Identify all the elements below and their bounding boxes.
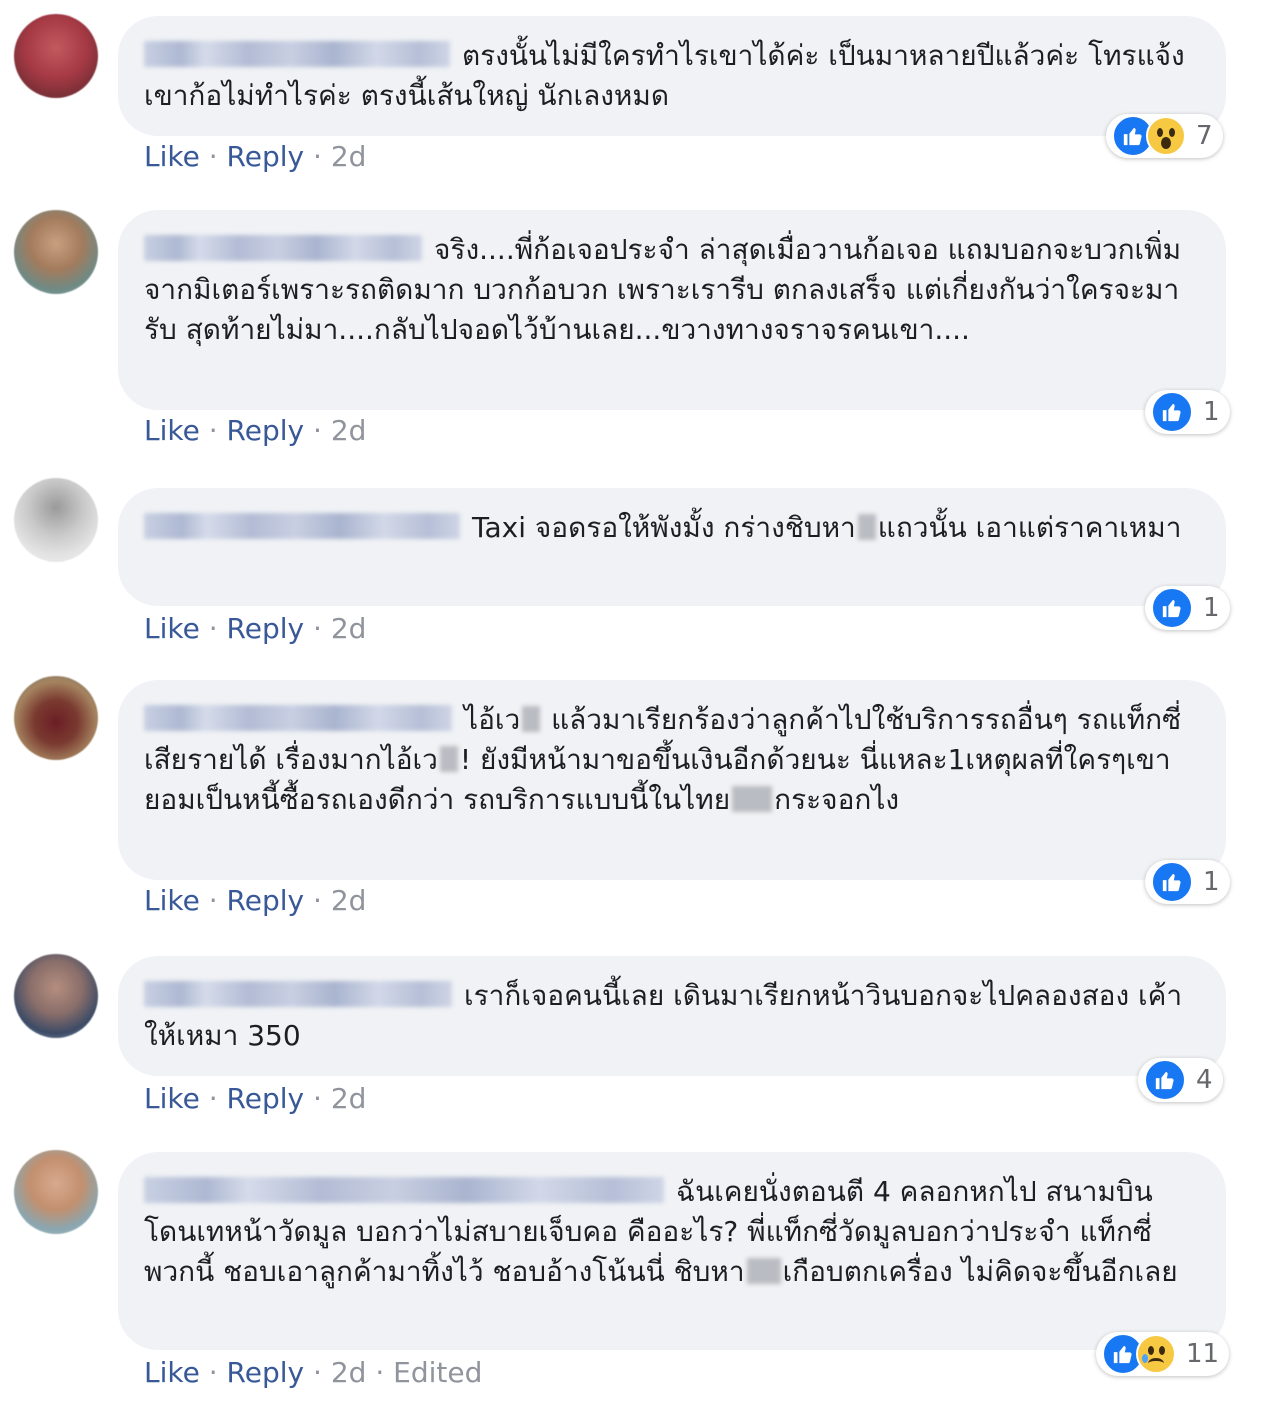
reaction-count: 1 <box>1203 593 1220 623</box>
comment-text-part-d: กระจอกไง <box>774 783 900 816</box>
avatar[interactable] <box>14 478 98 562</box>
timestamp[interactable]: 2d <box>331 140 367 173</box>
reply-link[interactable]: Reply <box>227 612 305 645</box>
separator: · <box>208 140 218 173</box>
timestamp[interactable]: 2d <box>331 884 367 917</box>
reactions-summary[interactable]: 1 <box>1145 860 1230 904</box>
comment-bubble: ตรงนั้นไม่มีใครทำไรเขาได้ค่ะ เป็นมาหลายป… <box>118 16 1226 136</box>
avatar[interactable] <box>14 676 98 760</box>
author-name-redacted[interactable] <box>144 41 450 67</box>
censored-word <box>746 1258 781 1284</box>
reaction-count: 1 <box>1203 867 1220 897</box>
separator: · <box>313 612 322 645</box>
author-name-redacted[interactable] <box>144 235 422 261</box>
separator: · <box>208 1082 218 1115</box>
reply-link[interactable]: Reply <box>227 140 305 173</box>
wow-icon <box>1146 116 1186 156</box>
avatar[interactable] <box>14 1150 98 1234</box>
reaction-count: 7 <box>1196 121 1213 151</box>
like-icon <box>1151 861 1193 903</box>
reaction-count: 11 <box>1186 1339 1220 1369</box>
comment-text-part-a: Taxi จอดรอให้พังมั้ง กร่างชิบหา <box>472 511 856 544</box>
reply-link[interactable]: Reply <box>227 414 305 447</box>
timestamp[interactable]: 2d <box>331 414 367 447</box>
comment-actions: Like · Reply · 2d <box>144 1082 366 1115</box>
reply-link[interactable]: Reply <box>227 1356 305 1389</box>
censored-word <box>522 706 541 732</box>
like-link[interactable]: Like <box>144 1356 200 1389</box>
like-icon <box>1151 391 1193 433</box>
comment-actions: Like · Reply · 2d <box>144 612 366 645</box>
reactions-summary[interactable]: 7 <box>1106 114 1223 158</box>
separator: · <box>313 414 322 447</box>
comment-actions: Like · Reply · 2d <box>144 884 366 917</box>
like-link[interactable]: Like <box>144 1082 200 1115</box>
reaction-count: 4 <box>1196 1065 1213 1095</box>
comment-actions: Like · Reply · 2d <box>144 414 366 447</box>
reactions-summary[interactable]: 1 <box>1145 390 1230 434</box>
censored-word <box>857 514 876 540</box>
avatar[interactable] <box>14 210 98 294</box>
timestamp[interactable]: 2d <box>331 1082 367 1115</box>
timestamp[interactable]: 2d <box>331 612 367 645</box>
separator: · <box>208 1356 218 1389</box>
like-link[interactable]: Like <box>144 612 200 645</box>
avatar[interactable] <box>14 14 98 98</box>
author-name-redacted[interactable] <box>144 513 460 539</box>
like-link[interactable]: Like <box>144 140 200 173</box>
separator: · <box>313 1356 322 1389</box>
comment-bubble: จริง....พี่ก้อเจอประจำ ล่าสุดเมื่อวานก้อ… <box>118 210 1226 410</box>
censored-word <box>732 786 773 812</box>
separator: · <box>313 1082 322 1115</box>
timestamp[interactable]: 2d <box>331 1356 367 1389</box>
like-icon <box>1144 1059 1186 1101</box>
sad-icon <box>1136 1334 1176 1374</box>
comment-text-part-b: เกือบตกเครื่อง ไม่คิดจะขึ้นอีกเลย <box>782 1255 1178 1288</box>
separator: · <box>208 612 218 645</box>
author-name-redacted[interactable] <box>144 705 452 731</box>
comment-bubble: เราก็เจอคนนี้เลย เดินมาเรียกหน้าวินบอกจะ… <box>118 956 1226 1076</box>
comment-actions: Like · Reply · 2d <box>144 140 366 173</box>
separator: · <box>208 414 218 447</box>
comment-bubble: ไอ้เว แล้วมาเรียกร้องว่าลูกค้าไปใช้บริกา… <box>118 680 1226 880</box>
reply-link[interactable]: Reply <box>227 884 305 917</box>
separator: · <box>313 884 322 917</box>
separator: · <box>313 140 322 173</box>
author-name-redacted[interactable] <box>144 981 452 1007</box>
author-name-redacted[interactable] <box>144 1177 664 1203</box>
separator: · <box>208 884 218 917</box>
like-icon <box>1151 587 1193 629</box>
like-link[interactable]: Like <box>144 884 200 917</box>
comment-bubble: ฉันเคยนั่งตอนตี 4 คลอกหกไป สนามบิน โดนเท… <box>118 1152 1226 1350</box>
reaction-count: 1 <box>1203 397 1220 427</box>
like-link[interactable]: Like <box>144 414 200 447</box>
reactions-summary[interactable]: 4 <box>1138 1058 1223 1102</box>
separator: · <box>375 1356 385 1389</box>
reactions-summary[interactable]: 1 <box>1145 586 1230 630</box>
comment-bubble: Taxi จอดรอให้พังมั้ง กร่างชิบหา แถวนั้น เ… <box>118 488 1226 606</box>
censored-word <box>439 746 458 772</box>
comment-actions: Like · Reply · 2d · Edited <box>144 1356 482 1389</box>
reactions-summary[interactable]: 11 <box>1096 1332 1230 1376</box>
comment-text-part-a: ไอ้เว <box>464 703 521 736</box>
avatar[interactable] <box>14 954 98 1038</box>
reply-link[interactable]: Reply <box>227 1082 305 1115</box>
comment-text-part-b: แถวนั้น เอาแต่ราคาเหมา <box>877 511 1182 544</box>
edited-label[interactable]: Edited <box>393 1356 482 1389</box>
